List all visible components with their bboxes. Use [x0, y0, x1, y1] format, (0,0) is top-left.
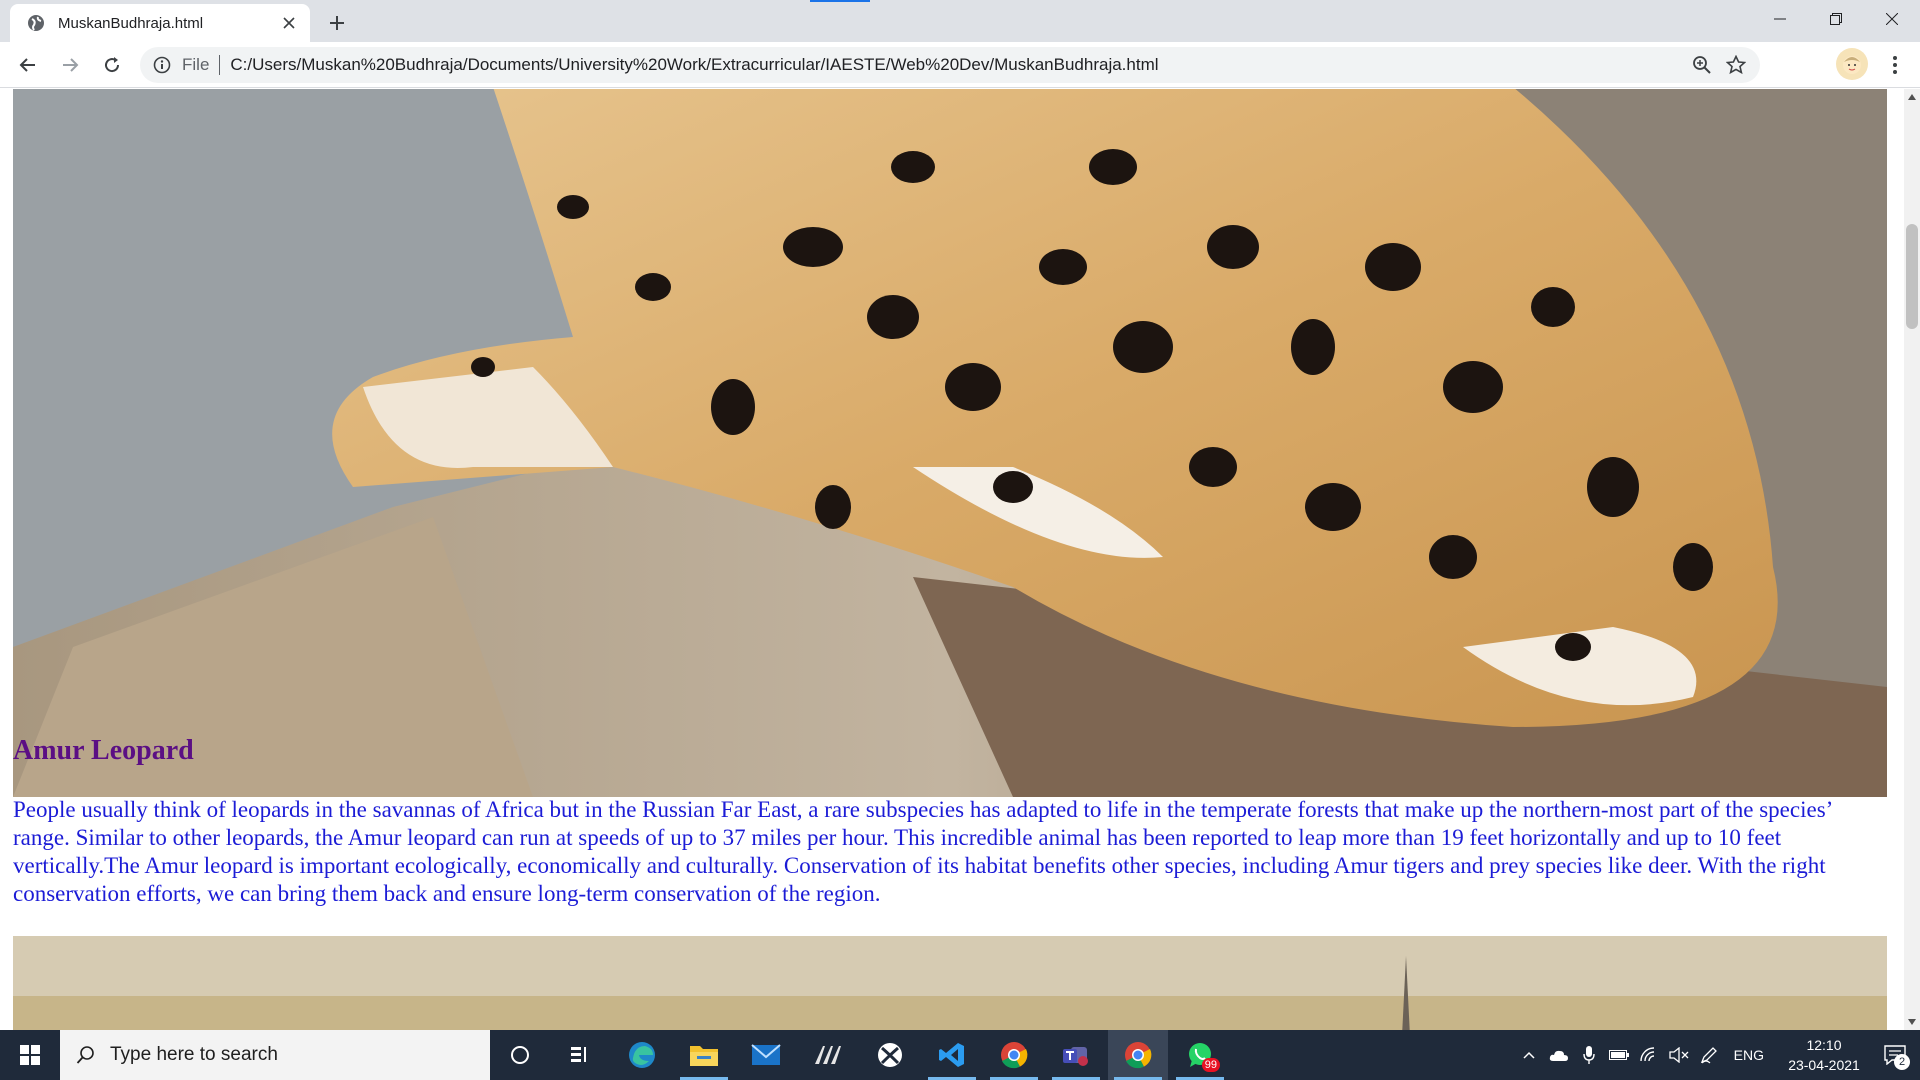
edge-app[interactable] — [612, 1030, 672, 1080]
url-text[interactable]: C:/Users/Muskan%20Budhraja/Documents/Uni… — [230, 55, 1158, 75]
more-vertical-icon — [1893, 56, 1897, 74]
back-button[interactable] — [8, 45, 48, 85]
cloud-icon — [1549, 1050, 1568, 1061]
leopard-illustration — [13, 89, 1887, 797]
avatar-face-icon — [1843, 56, 1861, 74]
url-scheme: File — [182, 55, 210, 74]
show-hidden-icons-button[interactable] — [1514, 1030, 1544, 1080]
battery-button[interactable] — [1604, 1030, 1634, 1080]
cortana-button[interactable] — [490, 1030, 550, 1080]
scroll-up-button[interactable] — [1904, 89, 1920, 105]
taskbar-search[interactable]: Type here to search — [60, 1030, 490, 1080]
edge-icon — [629, 1042, 655, 1068]
address-bar[interactable]: File C:/Users/Muskan%20Budhraja/Document… — [140, 47, 1760, 83]
bookmark-star-icon[interactable] — [1726, 55, 1746, 75]
pen-workspace-button[interactable] — [1694, 1030, 1724, 1080]
omnibox-actions — [1692, 47, 1746, 83]
page-viewport: Amur Leopard People usually think of leo… — [0, 89, 1904, 1030]
input-language[interactable]: ENG — [1734, 1047, 1764, 1063]
grassland-illustration — [13, 936, 1887, 1030]
teams-icon — [1063, 1047, 1088, 1066]
scrollbar-thumb[interactable] — [1906, 224, 1918, 329]
windows-logo-icon — [20, 1045, 40, 1065]
volume-button[interactable] — [1664, 1030, 1694, 1080]
whatsapp-unread-badge: 99 — [1201, 1058, 1220, 1072]
close-window-button[interactable] — [1864, 0, 1920, 38]
volume-muted-icon — [1669, 1047, 1689, 1063]
profile-avatar[interactable] — [1836, 48, 1868, 80]
mail-app[interactable] — [736, 1030, 796, 1080]
chrome-icon — [1125, 1042, 1152, 1069]
page-scrollbar[interactable] — [1904, 89, 1920, 1030]
arrow-right-icon — [63, 57, 79, 72]
close-tab-icon[interactable] — [278, 12, 300, 34]
reload-button[interactable] — [92, 45, 132, 85]
xbox-icon — [878, 1043, 902, 1067]
close-icon — [1886, 13, 1898, 25]
chrome-app[interactable] — [984, 1030, 1044, 1080]
window-controls — [1752, 0, 1920, 38]
xbox-app[interactable] — [860, 1030, 920, 1080]
app-m-shortcut[interactable] — [798, 1030, 858, 1080]
url-separator — [219, 55, 221, 75]
start-button[interactable] — [0, 1030, 60, 1080]
browser-toolbar: File C:/Users/Muskan%20Budhraja/Document… — [0, 42, 1920, 88]
wifi-icon — [1639, 1047, 1654, 1062]
clock-date: 23-04-2021 — [1788, 1057, 1860, 1073]
leopard-photo — [13, 89, 1887, 797]
next-animal-photo — [13, 936, 1887, 1030]
globe-icon — [28, 15, 44, 31]
microphone-button[interactable] — [1574, 1030, 1604, 1080]
system-tray: ENG 12:10 23-04-2021 2 — [1514, 1030, 1920, 1080]
vscode-app[interactable] — [922, 1030, 982, 1080]
section-heading: Amur Leopard — [13, 735, 194, 766]
restore-button[interactable] — [1808, 0, 1864, 38]
forward-button[interactable] — [50, 45, 90, 85]
microphone-icon — [1582, 1046, 1595, 1064]
chrome-icon — [1001, 1042, 1028, 1069]
browser-menu-button[interactable] — [1880, 48, 1910, 82]
search-icon — [76, 1046, 94, 1064]
zoom-icon[interactable] — [1692, 55, 1712, 75]
whatsapp-app[interactable]: 99 — [1170, 1030, 1230, 1080]
pen-icon — [1700, 1047, 1717, 1064]
scroll-down-button[interactable] — [1904, 1014, 1920, 1030]
tab-title: MuskanBudhraja.html — [58, 14, 204, 32]
minimize-icon — [1774, 18, 1786, 20]
minimize-button[interactable] — [1752, 0, 1808, 38]
notification-count: 2 — [1894, 1054, 1910, 1070]
vscode-icon — [939, 1043, 964, 1067]
info-icon[interactable] — [152, 55, 172, 75]
onedrive-button[interactable] — [1544, 1030, 1574, 1080]
windows-taskbar: Type here to search 99 ENG 12:10 23-04-2… — [0, 1030, 1920, 1080]
arrow-left-icon — [19, 57, 35, 72]
action-center-button[interactable]: 2 — [1870, 1030, 1920, 1080]
clock[interactable]: 12:10 23-04-2021 — [1778, 1035, 1870, 1075]
teams-app[interactable] — [1046, 1030, 1106, 1080]
chevron-up-icon — [1523, 1051, 1535, 1059]
section-paragraph: People usually think of leopards in the … — [13, 797, 1832, 906]
chrome-active-window[interactable] — [1108, 1030, 1168, 1080]
task-view-icon — [571, 1047, 586, 1062]
clock-time: 12:10 — [1806, 1037, 1842, 1053]
task-view-button[interactable] — [550, 1030, 610, 1080]
tab-strip: MuskanBudhraja.html — [0, 0, 1920, 42]
scroll-down-arrow-icon — [1908, 1019, 1916, 1025]
scroll-up-arrow-icon — [1908, 94, 1916, 100]
browser-tab[interactable]: MuskanBudhraja.html — [10, 4, 310, 42]
folder-icon — [690, 1046, 718, 1066]
battery-icon — [1608, 1050, 1629, 1060]
reload-icon — [105, 56, 120, 72]
plus-icon — [330, 16, 344, 30]
new-tab-button[interactable] — [322, 8, 352, 38]
cortana-icon — [511, 1046, 529, 1064]
mail-icon — [751, 1044, 781, 1065]
restore-icon — [1830, 13, 1842, 25]
stylized-m-icon — [815, 1046, 841, 1064]
network-button[interactable] — [1634, 1030, 1664, 1080]
search-placeholder: Type here to search — [110, 1044, 278, 1065]
file-explorer-app[interactable] — [674, 1030, 734, 1080]
tab-loading-indicator — [810, 0, 870, 2]
